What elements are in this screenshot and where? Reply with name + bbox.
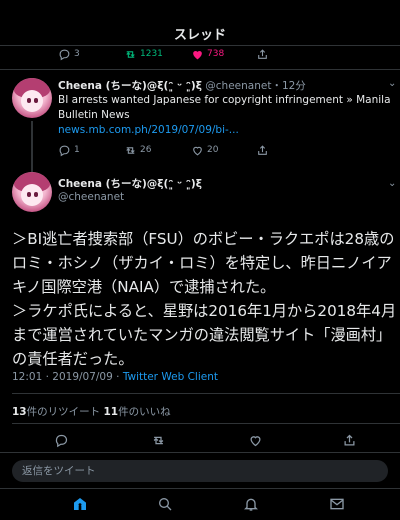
reply-button[interactable]: 1	[58, 139, 80, 161]
tweet-text-line: Bulletin News	[58, 109, 130, 121]
reply-count: 1	[74, 145, 80, 155]
tweet-link[interactable]: news.mb.com.ph/2019/07/09/bi-...	[58, 123, 396, 138]
handle: @cheenanet	[205, 80, 272, 92]
share-button[interactable]	[256, 43, 269, 65]
share-icon	[258, 48, 267, 59]
display-name[interactable]: Cheena (ちーな)@ξ(ᵔ͈ ᵕ ᵔ͈)ξ	[58, 178, 202, 190]
reply-tweet-author: Cheena (ちーな)@ξ(ᵔ͈ ᵕ ᵔ͈)ξ @cheenanet・12分	[58, 80, 306, 92]
likes-label: 件のいいね	[118, 406, 171, 418]
tweet-text-line: ＞ラケポ氏によると、星野は2016年1月から2018年4月	[12, 302, 397, 320]
like-count: 738	[207, 49, 225, 59]
like-button[interactable]: 738	[191, 43, 224, 65]
bell-icon[interactable]	[243, 496, 259, 512]
tweet-text-line: BI arrests wanted Japanese for copyright…	[58, 94, 391, 106]
reply-icon	[55, 434, 68, 447]
heart-filled-icon	[193, 50, 202, 59]
retweet-button[interactable]: 1231	[124, 43, 163, 65]
reply-icon	[59, 145, 70, 156]
avatar[interactable]	[12, 78, 52, 118]
bottom-tab-bar	[0, 488, 400, 520]
search-icon[interactable]	[157, 496, 173, 512]
divider	[12, 423, 400, 424]
reply-tweet-actions: 1 26 20	[0, 139, 400, 161]
like-button[interactable]	[248, 429, 263, 451]
header-title: スレッド	[0, 0, 400, 46]
tweet-text-line: の責任者だった。	[12, 350, 134, 368]
retweet-count: 26	[140, 145, 152, 155]
tweet-text-line: まで運営されていたマンガの違法閲覧サイト「漫画村」	[12, 326, 392, 344]
main-tweet-text: ＞BI逃亡者捜索部（FSU）のボビー・ラクエポは28歳の ロミ・ホシノ（ザカイ・…	[12, 227, 398, 371]
reply-button[interactable]	[54, 429, 69, 451]
tweet-time: 12分	[281, 80, 306, 92]
like-button[interactable]: 20	[191, 139, 218, 161]
share-button[interactable]	[342, 429, 357, 451]
mail-icon[interactable]	[329, 496, 345, 512]
retweet-icon	[126, 50, 135, 58]
likes-link[interactable]: 11件のいいね	[103, 406, 170, 418]
reply-icon	[59, 49, 70, 60]
retweet-button[interactable]: 26	[124, 139, 151, 161]
tweet-text: BI arrests wanted Japanese for copyright…	[58, 93, 396, 138]
divider	[12, 393, 400, 394]
like-count: 20	[207, 145, 219, 155]
chevron-down-icon[interactable]: ⌄	[388, 78, 396, 89]
tweet-meta: 12:01 · 2019/07/09 · Twitter Web Client	[12, 371, 218, 383]
chevron-down-icon[interactable]: ⌄	[388, 178, 396, 189]
tweet-text-line: キノ国際空港（NAIA）で逮捕された。	[12, 278, 276, 296]
timestamp: 12:01 · 2019/07/09 ·	[12, 371, 123, 383]
tweet-text-line: ＞BI逃亡者捜索部（FSU）のボビー・ラクエポは28歳の	[12, 230, 395, 248]
divider	[0, 69, 400, 70]
retweets-label: 件のリツイート	[26, 406, 101, 418]
likes-number: 11	[103, 406, 119, 418]
avatar[interactable]	[12, 172, 52, 212]
top-tweet-actions: 3 1231 738	[0, 43, 400, 65]
home-icon[interactable]	[72, 496, 88, 512]
retweet-icon	[126, 146, 135, 154]
client-link[interactable]: Twitter Web Client	[123, 371, 218, 383]
tweet-text-line: ロミ・ホシノ（ザカイ・ロミ）を特定し、昨日ニノイア	[12, 254, 392, 272]
reply-input[interactable]: 返信をツイート	[12, 460, 388, 482]
share-icon	[344, 434, 355, 445]
handle: @cheenanet	[58, 191, 125, 203]
retweets-link[interactable]: 13件のリツイート	[12, 406, 100, 418]
main-tweet-author: Cheena (ちーな)@ξ(ᵔ͈ ᵕ ᵔ͈)ξ	[58, 176, 202, 191]
retweet-icon	[153, 436, 164, 444]
main-tweet-actions	[0, 429, 400, 451]
share-icon	[258, 144, 267, 155]
share-button[interactable]	[256, 139, 269, 161]
reply-button[interactable]: 3	[58, 43, 80, 65]
main-tweet-handle: @cheenanet	[58, 191, 124, 203]
engagement-counts: 13件のリツイート 11件のいいね	[12, 404, 171, 419]
display-name[interactable]: Cheena (ちーな)@ξ(ᵔ͈ ᵕ ᵔ͈)ξ	[58, 80, 202, 92]
retweet-button[interactable]	[151, 429, 166, 451]
heart-icon	[250, 435, 261, 446]
retweets-number: 13	[12, 406, 27, 418]
reply-count: 3	[74, 49, 80, 59]
divider	[0, 452, 400, 453]
retweet-count: 1231	[140, 49, 163, 59]
heart-icon	[193, 146, 202, 155]
